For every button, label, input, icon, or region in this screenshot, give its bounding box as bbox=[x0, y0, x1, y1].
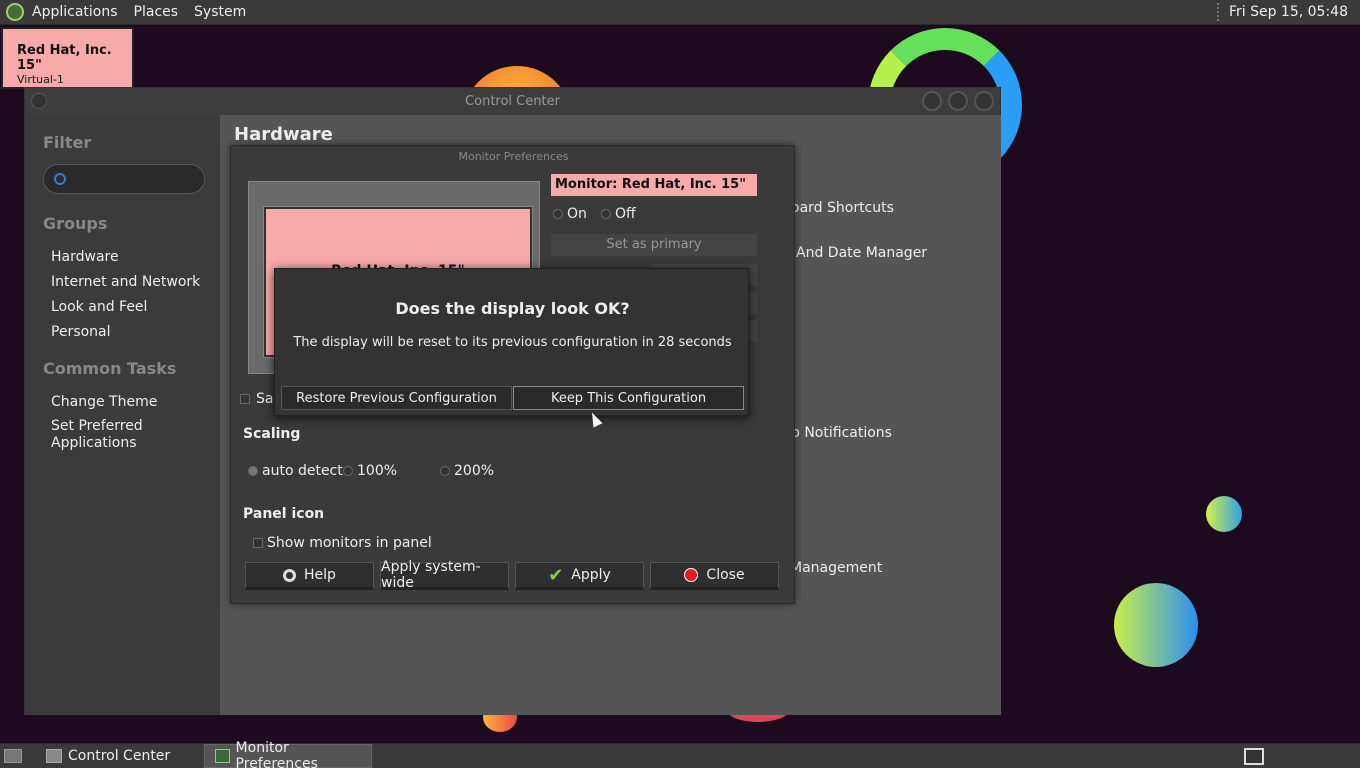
radio-label: On bbox=[567, 206, 587, 222]
button-label: Apply bbox=[571, 567, 611, 583]
radio-icon bbox=[440, 466, 450, 476]
minimize-icon[interactable] bbox=[922, 91, 942, 111]
common-tasks-heading: Common Tasks bbox=[43, 359, 177, 378]
item-notifications[interactable]: p Notifications bbox=[791, 425, 892, 441]
monitor-name-label: Monitor: Red Hat, Inc. 15" bbox=[551, 174, 757, 196]
window-menu-icon[interactable] bbox=[31, 93, 47, 109]
mate-logo-icon[interactable] bbox=[6, 3, 24, 21]
close-window-icon[interactable] bbox=[974, 91, 994, 111]
checkbox-icon bbox=[253, 538, 263, 548]
clock-area: Fri Sep 15, 05:48 bbox=[1216, 3, 1360, 21]
taskbar-item-control-center[interactable]: Control Center bbox=[36, 744, 200, 768]
panel-handle-icon[interactable] bbox=[1216, 3, 1221, 21]
taskbar-label: Control Center bbox=[68, 748, 171, 764]
dialog-title: Does the display look OK? bbox=[395, 299, 630, 318]
help-button[interactable]: Help bbox=[245, 562, 374, 590]
set-primary-button[interactable]: Set as primary bbox=[551, 234, 757, 256]
apply-button[interactable]: ✔ Apply bbox=[515, 562, 644, 590]
button-label: Apply system-wide bbox=[381, 559, 481, 591]
item-keyboard-shortcuts[interactable]: oard Shortcuts bbox=[791, 200, 894, 216]
filter-heading: Filter bbox=[43, 133, 92, 152]
osd-output-name: Virtual-1 bbox=[17, 73, 64, 86]
sidebar-item-hardware[interactable]: Hardware bbox=[43, 245, 220, 270]
button-label: Close bbox=[706, 567, 745, 583]
radio-label: 100% bbox=[357, 463, 398, 479]
radio-label: 200% bbox=[454, 463, 495, 479]
sidebar: Filter Groups Hardware Internet and Netw… bbox=[25, 115, 220, 715]
help-icon bbox=[283, 568, 297, 582]
window-titlebar[interactable]: Control Center bbox=[25, 88, 1000, 115]
checkbox-label: Show monitors in panel bbox=[267, 535, 432, 551]
task-change-theme[interactable]: Change Theme bbox=[43, 390, 220, 415]
osd-monitor-name: Red Hat, Inc. 15" bbox=[17, 43, 112, 73]
radio-icon bbox=[553, 209, 563, 219]
dialog-message: The display will be reset to its previou… bbox=[293, 335, 732, 350]
window-title: Monitor Preferences bbox=[458, 150, 569, 163]
close-button[interactable]: Close bbox=[650, 562, 779, 590]
radio-off[interactable]: Off bbox=[601, 206, 636, 222]
scaling-auto-detect[interactable]: auto detect bbox=[248, 463, 343, 479]
clock[interactable]: Fri Sep 15, 05:48 bbox=[1229, 4, 1348, 20]
maximize-icon[interactable] bbox=[948, 91, 968, 111]
apply-system-wide-button[interactable]: Apply system-wide bbox=[380, 559, 509, 591]
monitor-icon bbox=[215, 749, 230, 763]
scaling-100[interactable]: 100% bbox=[343, 463, 397, 479]
window-title: Control Center bbox=[465, 94, 560, 109]
radio-icon bbox=[248, 466, 258, 476]
groups-heading: Groups bbox=[43, 214, 108, 233]
top-panel: Applications Places System Fri Sep 15, 0… bbox=[0, 0, 1360, 25]
restore-configuration-button[interactable]: Restore Previous Configuration bbox=[281, 386, 512, 410]
panel-icon-heading: Panel icon bbox=[243, 506, 325, 522]
groups-list: Hardware Internet and Network Look and F… bbox=[43, 245, 220, 345]
window-controls bbox=[922, 91, 994, 111]
menu-places[interactable]: Places bbox=[126, 4, 187, 20]
radio-on[interactable]: On bbox=[553, 206, 587, 222]
bottom-taskbar: Control Center Monitor Preferences bbox=[0, 740, 1360, 768]
menu-system[interactable]: System bbox=[186, 4, 254, 20]
item-power-management[interactable]: Management bbox=[790, 560, 882, 576]
search-icon bbox=[54, 173, 66, 185]
radio-label: auto detect bbox=[262, 463, 343, 479]
radio-icon bbox=[601, 209, 611, 219]
wallpaper-orb bbox=[1114, 583, 1198, 667]
show-desktop-icon[interactable] bbox=[4, 749, 22, 763]
item-time-date[interactable]: And Date Manager bbox=[796, 245, 927, 261]
menu-applications[interactable]: Applications bbox=[24, 4, 126, 20]
scaling-200[interactable]: 200% bbox=[440, 463, 494, 479]
monitor-osd-label: Red Hat, Inc. 15" Virtual-1 bbox=[1, 27, 134, 89]
radio-icon bbox=[343, 466, 353, 476]
show-monitors-checkbox[interactable]: Show monitors in panel bbox=[253, 535, 432, 551]
scaling-heading: Scaling bbox=[243, 426, 301, 442]
sidebar-item-internet[interactable]: Internet and Network bbox=[43, 270, 220, 295]
checkmark-icon: ✔ bbox=[548, 564, 564, 586]
wallpaper-orb bbox=[1206, 496, 1242, 532]
keep-configuration-button[interactable]: Keep This Configuration bbox=[513, 386, 744, 410]
section-title: Hardware bbox=[234, 124, 333, 145]
sidebar-item-personal[interactable]: Personal bbox=[43, 320, 220, 345]
task-preferred-apps[interactable]: Set Preferred Applications bbox=[43, 415, 220, 452]
close-icon bbox=[684, 568, 699, 582]
confirm-display-dialog: Does the display look OK? The display wi… bbox=[274, 268, 749, 416]
radio-label: Off bbox=[615, 206, 636, 222]
sidebar-item-look-and-feel[interactable]: Look and Feel bbox=[43, 295, 220, 320]
taskbar-label: Monitor Preferences bbox=[235, 740, 318, 768]
taskbar-item-monitor-preferences[interactable]: Monitor Preferences bbox=[204, 740, 372, 768]
control-center-icon bbox=[46, 749, 62, 763]
button-label: Help bbox=[304, 567, 336, 583]
checkbox-icon bbox=[240, 394, 250, 404]
workspace-switcher-icon[interactable] bbox=[1244, 747, 1264, 765]
search-input[interactable] bbox=[43, 164, 205, 194]
